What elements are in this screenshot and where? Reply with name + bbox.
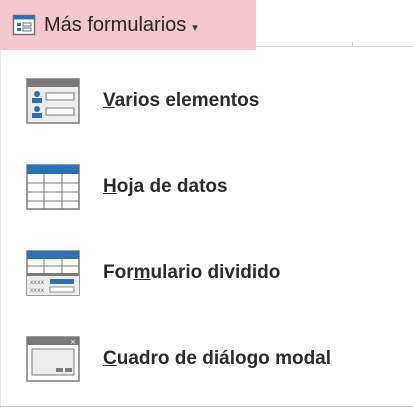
menu-item-label: Hoja de datos xyxy=(103,176,228,197)
accelerator-key: m xyxy=(133,262,151,283)
menu-item-split-form[interactable]: xxxx xxxx Formulario dividido xyxy=(10,234,405,312)
modal-dialog-icon: × xyxy=(26,336,80,382)
menu-item-modal-dialog[interactable]: × Cuadro de diálogo modal xyxy=(10,320,405,398)
multiple-items-icon xyxy=(26,78,80,124)
ribbon-divider xyxy=(256,46,413,47)
svg-text:xxxx: xxxx xyxy=(30,279,45,286)
svg-text:xxxx: xxxx xyxy=(30,287,45,294)
menu-border-left xyxy=(0,50,1,408)
accelerator-key: C xyxy=(103,348,117,369)
more-forms-button[interactable]: Más formularios ▾ xyxy=(0,0,256,50)
accelerator-key: V xyxy=(103,90,115,111)
menu-border-bottom xyxy=(0,406,413,407)
split-form-icon: xxxx xxxx xyxy=(26,250,80,296)
accelerator-key: H xyxy=(103,176,117,197)
more-forms-label: Más formularios xyxy=(44,13,187,36)
form-icon xyxy=(12,14,36,36)
svg-text:×: × xyxy=(70,338,76,346)
ribbon-divider-tick xyxy=(352,42,353,47)
datasheet-icon xyxy=(26,164,80,210)
menu-item-label: Varios elementos xyxy=(103,90,260,111)
menu-item-label: Cuadro de diálogo modal xyxy=(103,348,332,369)
menu-item-multiple-items[interactable]: Varios elementos xyxy=(10,62,405,140)
chevron-down-icon: ▾ xyxy=(192,21,198,34)
menu-item-datasheet[interactable]: Hoja de datos xyxy=(10,148,405,226)
menu-item-label: Formulario dividido xyxy=(103,262,281,283)
